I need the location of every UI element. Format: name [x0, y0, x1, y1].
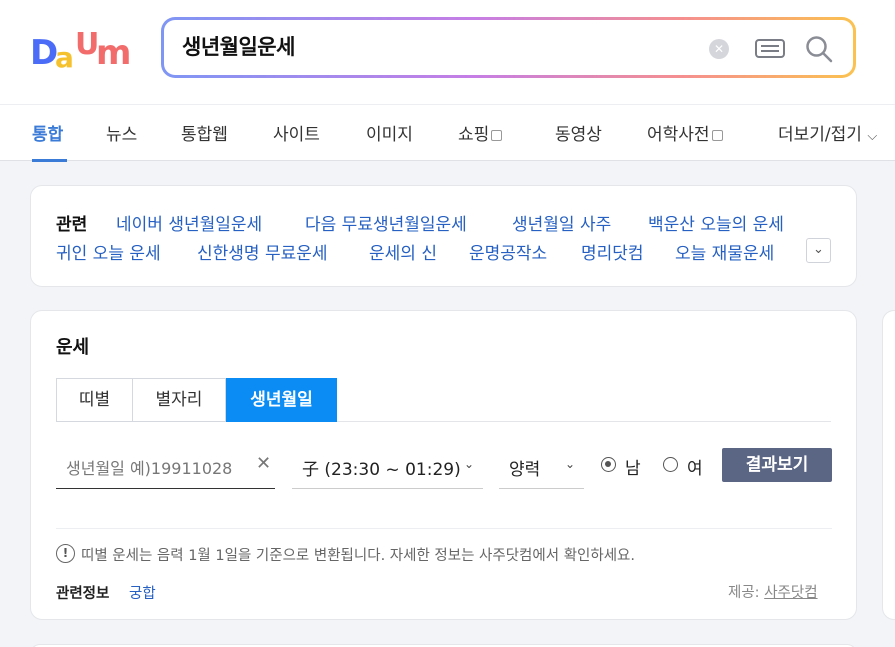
- birth-time-value: 子 (23:30 ~ 01:29): [302, 460, 461, 480]
- calendar-type-select[interactable]: 양력 ⌄: [499, 449, 584, 489]
- logo-letter-m: m: [96, 33, 132, 73]
- close-icon[interactable]: ✕: [256, 453, 271, 474]
- related-link[interactable]: 오늘 재물운세: [675, 239, 774, 264]
- provider-link[interactable]: 사주닷컴: [764, 585, 817, 601]
- expand-related-button[interactable]: ⌄: [806, 238, 831, 263]
- gender-male-label: 남: [625, 459, 641, 479]
- external-link-icon: [491, 130, 503, 141]
- tab-site[interactable]: 사이트: [273, 120, 320, 145]
- tab-constellation[interactable]: 별자리: [132, 378, 226, 422]
- tab-image[interactable]: 이미지: [366, 120, 413, 145]
- search-input[interactable]: 생년월일운세: [182, 31, 295, 61]
- logo-letter-d: D: [30, 33, 59, 73]
- birthdate-input[interactable]: 생년월일 예)19911028 ✕: [56, 449, 275, 489]
- related-link[interactable]: 귀인 오늘 운세: [56, 239, 161, 264]
- related-link[interactable]: 생년월일 사주: [512, 210, 611, 235]
- fortune-card: 운세 띠별 별자리 생년월일 생년월일 예)19911028 ✕ 子 (23:3…: [30, 310, 857, 620]
- fortune-title: 운세: [56, 337, 90, 358]
- exclamation-icon: !: [56, 544, 75, 563]
- related-link[interactable]: 신한생명 무료운세: [197, 239, 328, 264]
- tab-zodiac-animal[interactable]: 띠별: [56, 378, 133, 422]
- daum-logo[interactable]: D a U m: [30, 27, 140, 74]
- provider-label: 제공:: [728, 585, 760, 601]
- tab-news[interactable]: 뉴스: [106, 120, 137, 145]
- tab-birthdate[interactable]: 생년월일: [226, 378, 337, 422]
- provider-credit: 제공: 사주닷컴: [728, 581, 818, 602]
- birth-time-select[interactable]: 子 (23:30 ~ 01:29) ⌄: [292, 449, 483, 489]
- header: D a U m 생년월일운세 ✕: [0, 0, 895, 104]
- external-link-icon: [711, 130, 723, 141]
- divider: [56, 528, 832, 529]
- tab-shopping[interactable]: 쇼핑: [458, 120, 503, 145]
- related-link[interactable]: 운세의 신: [369, 239, 437, 264]
- notice-text: 띠별 운세는 음력 1월 1일을 기준으로 변환됩니다. 자세한 정보는 사주닷…: [81, 548, 635, 564]
- birthdate-placeholder: 생년월일 예)19911028: [66, 459, 233, 478]
- chevron-down-icon: ⌵: [867, 129, 878, 144]
- tab-video[interactable]: 동영상: [555, 120, 602, 145]
- active-tab-indicator: [32, 159, 67, 162]
- related-link[interactable]: 운명공작소: [469, 239, 547, 264]
- tab-dictionary-label: 어학사전: [647, 125, 710, 145]
- related-link[interactable]: 명리닷컴: [581, 239, 644, 264]
- compatibility-link[interactable]: 궁합: [129, 582, 156, 603]
- calendar-type-value: 양력: [509, 460, 541, 480]
- gender-female-label: 여: [687, 459, 703, 479]
- keyboard-icon[interactable]: [755, 39, 785, 58]
- tab-shopping-label: 쇼핑: [458, 125, 490, 145]
- tab-web[interactable]: 통합웹: [181, 120, 228, 145]
- tab-more[interactable]: 더보기/접기 ⌵: [778, 120, 877, 145]
- tab-dictionary[interactable]: 어학사전: [647, 120, 723, 145]
- tab-integrated[interactable]: 통합: [32, 120, 63, 145]
- related-label: 관련: [56, 215, 88, 235]
- chevron-down-icon: ⌄: [464, 457, 475, 471]
- related-link[interactable]: 다음 무료생년월일운세: [305, 210, 467, 235]
- related-link[interactable]: 네이버 생년월일운세: [116, 210, 262, 235]
- search-icon[interactable]: [804, 34, 834, 64]
- tab-divider: [337, 421, 831, 422]
- related-searches-card: 관련 네이버 생년월일운세 다음 무료생년월일운세 생년월일 사주 백운산 오늘…: [30, 185, 857, 287]
- gender-male-radio[interactable]: [601, 457, 616, 472]
- logo-letter-a: a: [55, 41, 74, 74]
- view-result-button[interactable]: 결과보기: [722, 448, 832, 482]
- gender-female-radio[interactable]: [663, 457, 678, 472]
- related-link[interactable]: 백운산 오늘의 운세: [648, 210, 784, 235]
- tab-more-label: 더보기/접기: [778, 125, 862, 145]
- search-tabs: 통합 뉴스 통합웹 사이트 이미지 쇼핑 동영상 어학사전 더보기/접기 ⌵: [0, 104, 895, 162]
- chevron-down-icon: ⌄: [813, 242, 824, 257]
- side-panel-edge: [882, 310, 895, 620]
- chevron-down-icon: ⌄: [565, 457, 576, 471]
- related-info-label: 관련정보: [56, 586, 110, 602]
- search-box: 생년월일운세 ✕: [161, 17, 856, 78]
- close-icon[interactable]: ✕: [709, 39, 729, 59]
